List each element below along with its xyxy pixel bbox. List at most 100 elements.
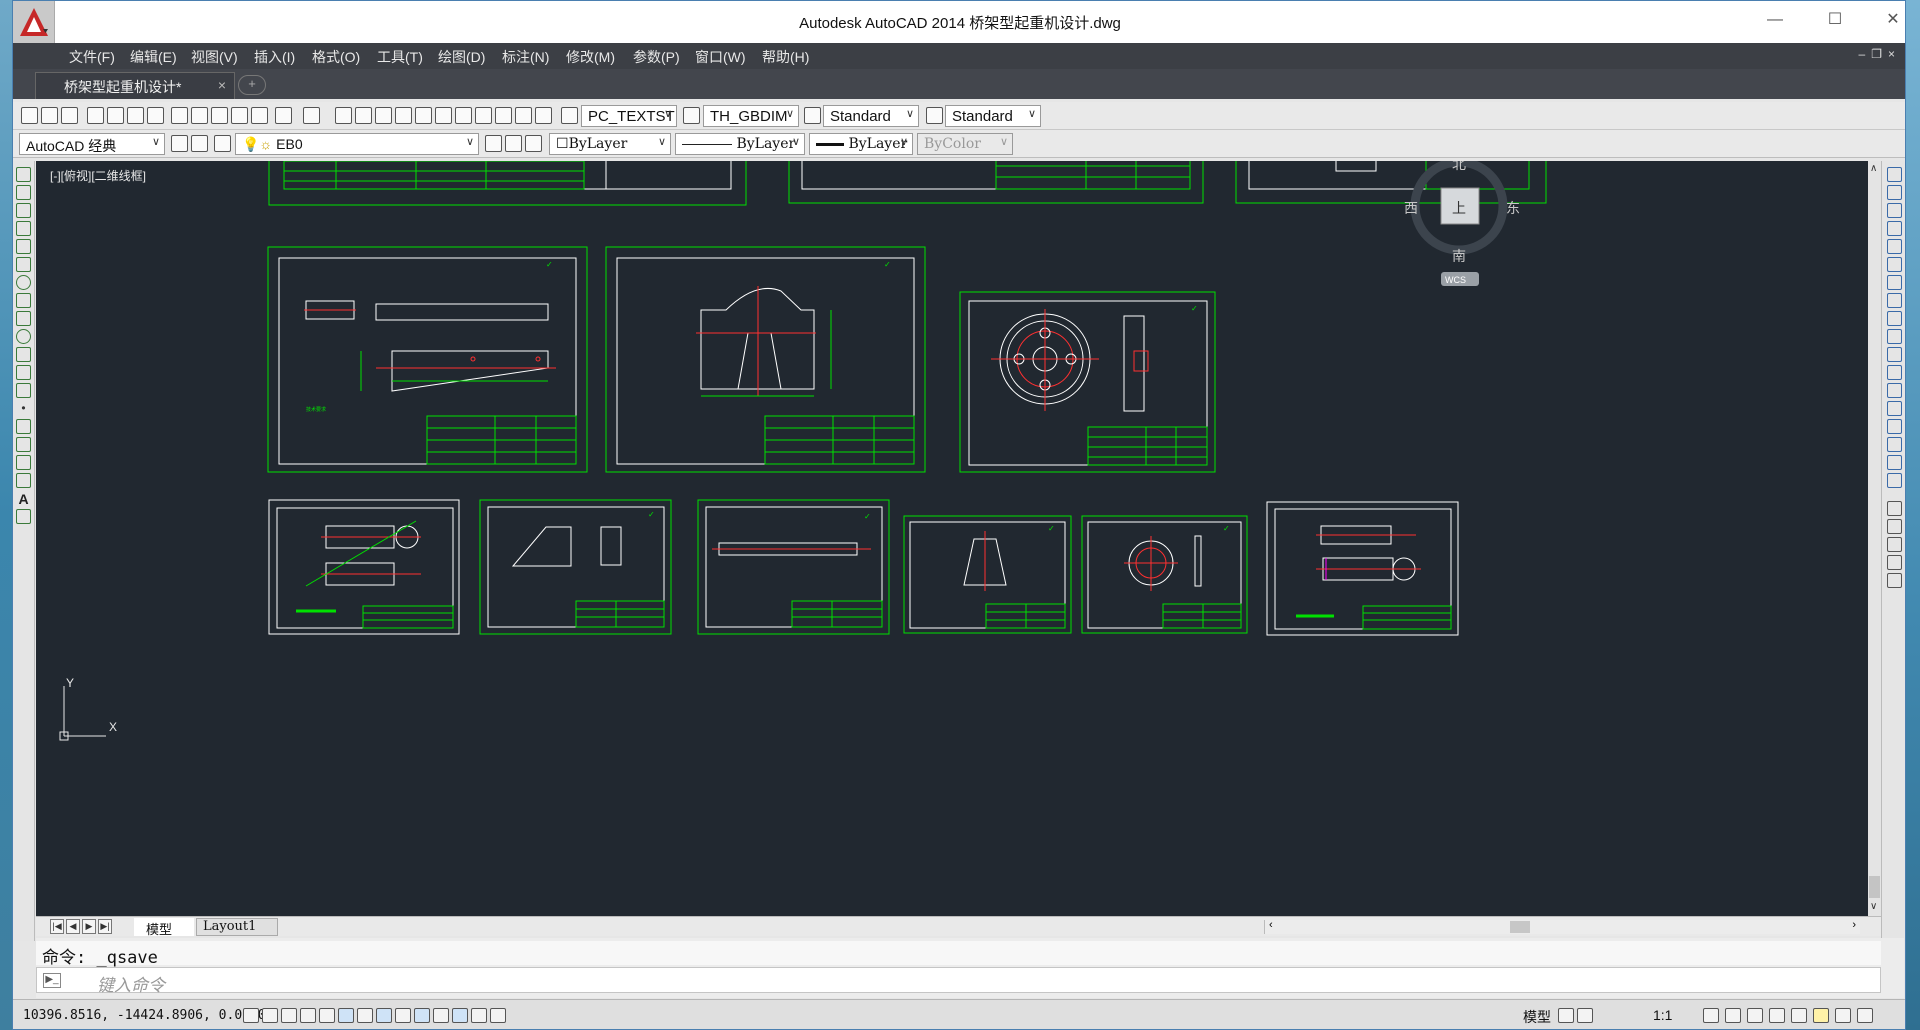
add-selected-icon[interactable] bbox=[16, 509, 31, 524]
draw-order-icon[interactable] bbox=[1887, 501, 1902, 516]
maximize-icon[interactable]: ☐ bbox=[1821, 9, 1849, 31]
zoom-previous-icon[interactable] bbox=[395, 107, 412, 124]
sheet-row2-3[interactable]: ✓ bbox=[959, 291, 1216, 473]
menu-dimension[interactable]: 标注(N) bbox=[502, 47, 549, 67]
sheet-top-1[interactable] bbox=[268, 161, 747, 206]
zoom-window-icon[interactable] bbox=[375, 107, 392, 124]
infer-constraints-icon[interactable] bbox=[243, 1008, 259, 1023]
tab-document[interactable]: 桥架型起重机设计* × bbox=[35, 72, 235, 99]
print-preview-icon[interactable] bbox=[107, 107, 124, 124]
menu-tools[interactable]: 工具(T) bbox=[377, 47, 423, 67]
quick-view-layouts-icon[interactable] bbox=[1558, 1008, 1574, 1023]
viewcube[interactable]: 上 北 南 西 东 WCS bbox=[1404, 161, 1520, 286]
tool-palettes-icon[interactable] bbox=[455, 107, 472, 124]
bring-above-icon[interactable] bbox=[1887, 555, 1902, 570]
new-tab-icon[interactable]: + bbox=[238, 75, 266, 95]
dim-style-icon[interactable] bbox=[683, 107, 700, 124]
construction-line-icon[interactable] bbox=[16, 185, 31, 200]
sheet-top-2[interactable] bbox=[788, 161, 1204, 204]
multileader-style-select[interactable]: Standard ∨ bbox=[945, 105, 1041, 127]
model-space-toggle[interactable]: 模型 bbox=[1523, 1007, 1551, 1027]
mirror-icon[interactable] bbox=[1887, 203, 1902, 218]
grid-icon[interactable] bbox=[281, 1008, 297, 1023]
table-style-icon[interactable] bbox=[804, 107, 821, 124]
ellipse-arc-icon[interactable] bbox=[16, 347, 31, 362]
polygon-icon[interactable] bbox=[16, 221, 31, 236]
workspace-switching-icon[interactable] bbox=[1725, 1008, 1741, 1023]
layer-manager-icon[interactable] bbox=[214, 135, 231, 152]
text-style-icon[interactable] bbox=[561, 107, 578, 124]
object-snap-icon[interactable] bbox=[338, 1008, 354, 1023]
scale-icon[interactable] bbox=[1887, 293, 1902, 308]
tab-model[interactable]: 模型 bbox=[134, 918, 194, 937]
send-to-back-icon[interactable] bbox=[1887, 537, 1902, 552]
markup-icon[interactable] bbox=[495, 107, 512, 124]
gradient-icon[interactable] bbox=[16, 437, 31, 452]
revision-cloud-icon[interactable] bbox=[16, 293, 31, 308]
menu-help[interactable]: 帮助(H) bbox=[762, 47, 809, 67]
last-layout-icon[interactable]: ▶| bbox=[98, 919, 112, 934]
copy-icon[interactable] bbox=[191, 107, 208, 124]
match-properties-icon[interactable] bbox=[231, 107, 248, 124]
quick-properties-icon[interactable] bbox=[471, 1008, 487, 1023]
lock-ui-icon[interactable] bbox=[1747, 1008, 1763, 1023]
sheet-set-icon[interactable] bbox=[475, 107, 492, 124]
extend-icon[interactable] bbox=[1887, 347, 1902, 362]
polar-tracking-icon[interactable] bbox=[319, 1008, 335, 1023]
vertical-scroll-thumb[interactable] bbox=[1869, 876, 1880, 898]
viewcube-west[interactable]: 西 bbox=[1404, 201, 1418, 217]
viewcube-east[interactable]: 东 bbox=[1506, 201, 1520, 217]
arc-icon[interactable] bbox=[16, 257, 31, 272]
isolate-objects-icon[interactable] bbox=[1791, 1008, 1807, 1023]
sheet-row3-5[interactable]: ✓ bbox=[1081, 515, 1248, 634]
fillet-icon[interactable] bbox=[1887, 437, 1902, 452]
previous-layout-icon[interactable]: ◀ bbox=[66, 919, 80, 934]
menu-window[interactable]: 窗口(W) bbox=[695, 47, 746, 67]
dim-style-select[interactable]: TH_GBDIM ∨ bbox=[703, 105, 799, 127]
calculator-icon[interactable] bbox=[515, 107, 532, 124]
hatch-icon[interactable] bbox=[16, 419, 31, 434]
lineweight-icon[interactable] bbox=[433, 1008, 449, 1023]
drawing-canvas[interactable]: [-][俯视][二维线框] 技术要求 ✓ ✓ ✓ ✓ ✓ ✓ ✓ Y X 上 北… bbox=[36, 161, 1868, 916]
scroll-right-icon[interactable]: › bbox=[1852, 919, 1856, 931]
design-center-icon[interactable] bbox=[435, 107, 452, 124]
make-block-icon[interactable] bbox=[16, 383, 31, 398]
erase-icon[interactable] bbox=[1887, 167, 1902, 182]
layer-previous-icon[interactable] bbox=[505, 135, 522, 152]
snap-mode-icon[interactable] bbox=[262, 1008, 278, 1023]
spline-icon[interactable] bbox=[16, 311, 31, 326]
linetype-select[interactable]: ByLayer ∨ bbox=[675, 133, 805, 155]
line-icon[interactable] bbox=[16, 167, 31, 182]
make-current-layer-icon[interactable] bbox=[485, 135, 502, 152]
blend-curves-icon[interactable] bbox=[1887, 455, 1902, 470]
offset-icon[interactable] bbox=[1887, 221, 1902, 236]
layer-state-icon[interactable] bbox=[525, 135, 542, 152]
vertical-scrollbar[interactable]: ∧ ∨ bbox=[1868, 161, 1881, 916]
command-prompt-icon[interactable]: ▶_ bbox=[43, 973, 61, 988]
workspace-settings-icon[interactable] bbox=[171, 135, 188, 152]
dynamic-ucs-icon[interactable] bbox=[395, 1008, 411, 1023]
multiline-text-icon[interactable]: A bbox=[16, 491, 31, 507]
layer-select[interactable]: 💡☼ EB0 ∨ bbox=[235, 133, 479, 155]
array-icon[interactable] bbox=[1887, 239, 1902, 254]
minimize-icon[interactable]: — bbox=[1761, 9, 1789, 31]
break-icon[interactable] bbox=[1887, 383, 1902, 398]
new-icon[interactable] bbox=[21, 107, 38, 124]
tab-layout1[interactable]: Layout1 bbox=[196, 918, 278, 936]
application-status-menu-icon[interactable] bbox=[1835, 1008, 1851, 1023]
quick-view-drawings-icon[interactable] bbox=[1577, 1008, 1593, 1023]
menu-edit[interactable]: 编辑(E) bbox=[130, 47, 177, 67]
redo-icon[interactable] bbox=[303, 107, 320, 124]
sheet-row3-3[interactable]: ✓ bbox=[697, 499, 890, 635]
layer-properties-icon[interactable] bbox=[191, 135, 208, 152]
explode-icon[interactable] bbox=[1887, 473, 1902, 488]
viewcube-top-face[interactable]: 上 bbox=[1452, 201, 1466, 217]
open-icon[interactable] bbox=[41, 107, 58, 124]
join-icon[interactable] bbox=[1887, 401, 1902, 416]
plot-icon[interactable] bbox=[87, 107, 104, 124]
ortho-icon[interactable] bbox=[300, 1008, 316, 1023]
circle-icon[interactable] bbox=[16, 275, 31, 290]
viewcube-south[interactable]: 南 bbox=[1452, 249, 1466, 265]
scroll-down-icon[interactable]: ∨ bbox=[1870, 901, 1877, 912]
object-snap-tracking-icon[interactable] bbox=[376, 1008, 392, 1023]
